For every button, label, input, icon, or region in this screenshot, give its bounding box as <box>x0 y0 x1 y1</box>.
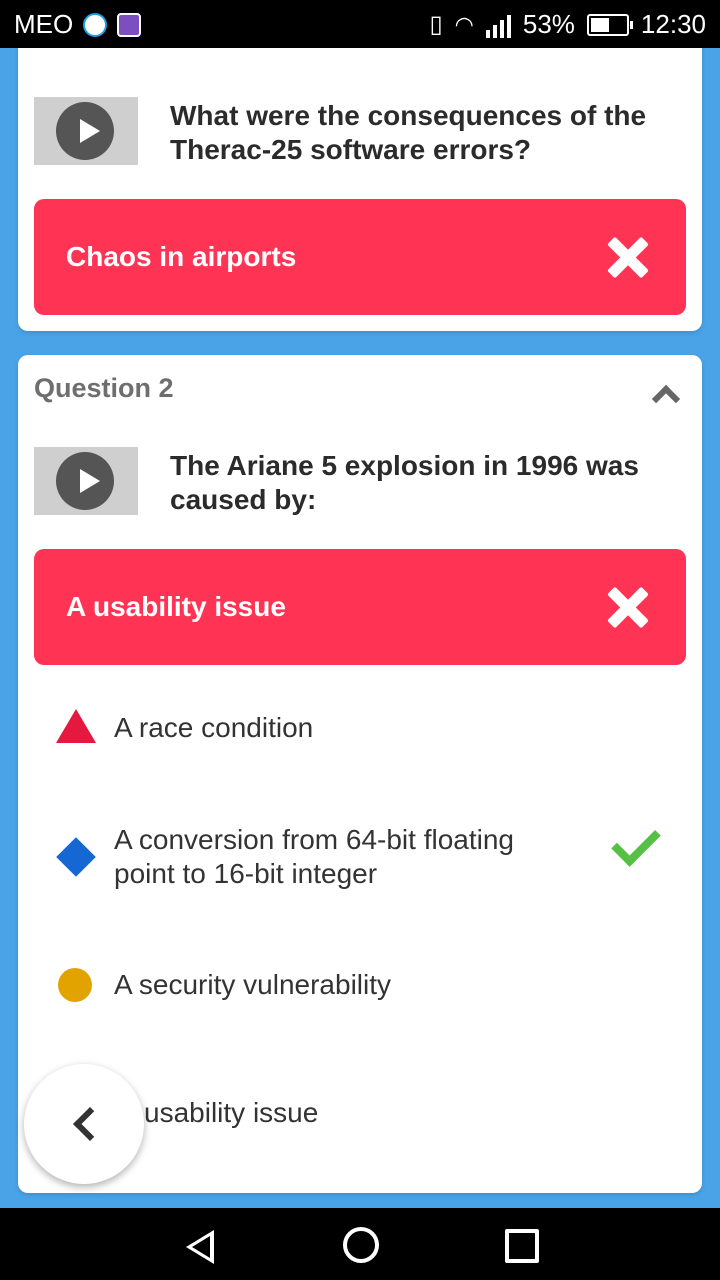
meo-app-icon <box>83 12 108 37</box>
play-icon <box>80 469 100 493</box>
question-media-2[interactable] <box>34 447 138 515</box>
wifi-icon: ◠ <box>454 11 474 37</box>
gallery-notification-icon <box>117 12 142 37</box>
selected-answer-label: A usability issue <box>66 591 286 622</box>
option-security: A security vulnerability <box>34 968 686 1008</box>
system-nav-bar <box>0 1208 720 1280</box>
wrong-x-icon <box>606 585 650 629</box>
option-conversion: A conversion from 64-bit floating point … <box>34 817 686 895</box>
option-label: A security vulnerability <box>114 969 392 1000</box>
clock: 12:30 <box>640 9 706 39</box>
diamond-icon <box>56 837 96 877</box>
option-label: A conversion from 64-bit floating point … <box>114 824 514 889</box>
nav-home-icon[interactable] <box>343 1227 379 1263</box>
collapse-chevron-icon[interactable] <box>651 384 681 414</box>
selected-answer-1: Chaos in airports <box>34 199 686 315</box>
back-button[interactable] <box>24 1064 144 1184</box>
option-label: usability issue <box>144 1097 319 1128</box>
nav-back-inner <box>192 1236 210 1258</box>
option-race-condition: A race condition <box>34 709 686 751</box>
circle-icon <box>58 968 92 1002</box>
battery-percent: 53% <box>522 9 575 39</box>
option-label: A race condition <box>114 712 314 743</box>
correct-check-icon <box>611 817 661 867</box>
play-icon <box>80 119 100 143</box>
carrier-label: MEO <box>14 9 74 39</box>
status-bar: MEO ▯ ◠ 53% 12:30 <box>0 0 720 48</box>
play-button[interactable] <box>56 102 114 160</box>
triangle-icon <box>56 709 96 743</box>
wrong-x-icon <box>606 235 650 279</box>
signal-icon <box>485 12 511 38</box>
question-card-1: What were the consequences of the Therac… <box>18 0 702 331</box>
battery-icon <box>586 13 633 36</box>
chevron-left-icon <box>73 1107 107 1141</box>
question-card-2: Question 2 The Ariane 5 explosion in 199… <box>18 355 702 1193</box>
vibrate-icon: ▯ <box>429 11 443 38</box>
question-text-1: What were the consequences of the Therac… <box>170 100 647 165</box>
status-right: ▯ ◠ 53% 12:30 <box>429 9 706 40</box>
status-left: MEO <box>14 9 142 40</box>
question-header: Question 2 <box>34 373 174 403</box>
question-media-1[interactable] <box>34 97 138 165</box>
selected-answer-label: Chaos in airports <box>66 241 297 272</box>
play-button[interactable] <box>56 452 114 510</box>
selected-answer-2: A usability issue <box>34 549 686 665</box>
question-text-2: The Ariane 5 explosion in 1996 was cause… <box>170 450 639 515</box>
nav-recents-icon[interactable] <box>505 1229 539 1263</box>
